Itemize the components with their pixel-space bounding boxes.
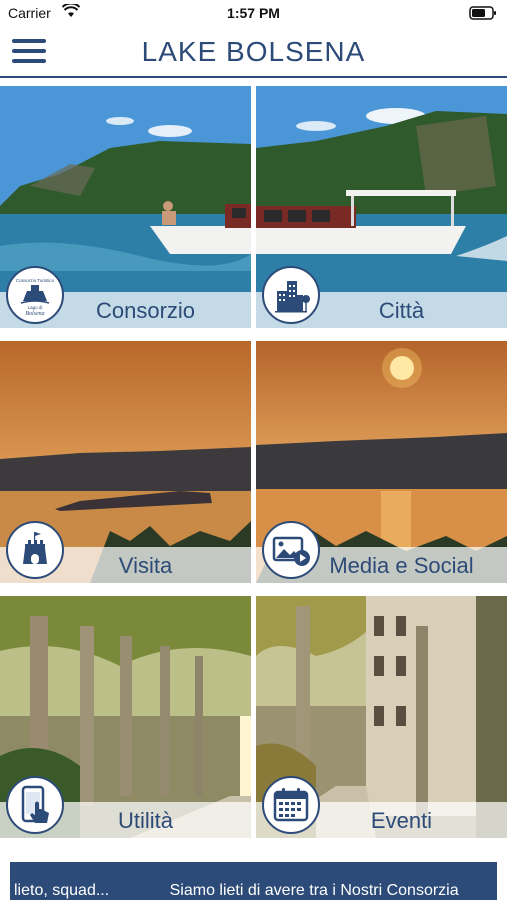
page-title: LAKE BOLSENA [141,36,366,67]
svg-text:Lago di: Lago di [28,305,43,310]
svg-text:Bolsena: Bolsena [25,311,44,317]
phone-touch-icon [6,776,64,834]
consorzio-logo-icon: Consorzio Turistico Lago di Bolsena [6,266,64,324]
tile-visita[interactable]: Visita [0,341,251,583]
media-gallery-icon [262,521,320,579]
tile-eventi[interactable]: Eventi [256,596,507,838]
nav-bar: LAKE BOLSENA [0,28,507,78]
svg-text:Consorzio Turistico: Consorzio Turistico [16,278,55,283]
calendar-icon [262,776,320,834]
castle-tower-icon [6,521,64,579]
battery-icon [469,6,496,20]
clock: 1:57 PM [227,5,280,21]
ticker-item: Siamo lieti di avere tra i Nostri Consor… [169,882,459,899]
city-buildings-icon [262,266,320,324]
status-bar: Carrier 1:57 PM [0,0,507,28]
tile-utilita[interactable]: Utilità [0,596,251,838]
ticker-text: lieto, squad... Siamo lieti di avere tra… [14,882,497,900]
tile-citta[interactable]: Città [256,86,507,328]
tile-consorzio[interactable]: Consorzio Consorzio Turistico Lago di Bo… [0,86,251,328]
news-ticker[interactable]: lieto, squad... Siamo lieti di avere tra… [10,862,497,900]
tile-media-social[interactable]: Media e Social [256,341,507,583]
ticker-item: lieto, squad... [14,882,110,899]
